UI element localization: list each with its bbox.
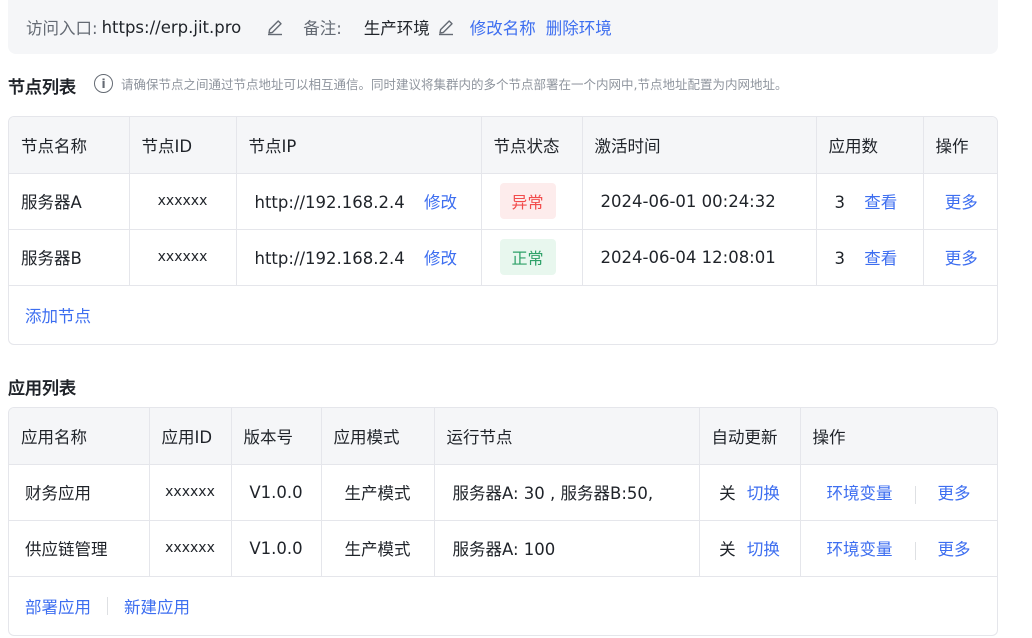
toggle-link[interactable]: 切换 [747,484,780,503]
app-name: 供应链管理 [9,520,150,577]
apps-table-card: 应用名称 应用ID 版本号 应用模式 运行节点 自动更新 操作 财务应用 xxx… [8,407,998,636]
status-badge: 正常 [499,239,556,275]
delete-env-link[interactable]: 删除环境 [546,15,612,39]
app-name: 财务应用 [9,464,150,521]
more-link[interactable]: 更多 [938,540,971,559]
col-header: 激活时间 [582,117,817,174]
access-label: 访问入口: [26,19,98,38]
col-header: 应用模式 [321,408,435,465]
pencil-icon[interactable] [436,17,456,37]
app-version: V1.0.0 [231,520,322,577]
col-header: 节点ID [129,117,237,174]
node-name: 服务器B [9,229,130,286]
app-auto-cell: 关 切换 [699,520,801,577]
apps-table: 应用名称 应用ID 版本号 应用模式 运行节点 自动更新 操作 财务应用 xxx… [9,408,997,577]
divider [914,485,916,504]
toggle-link[interactable]: 切换 [747,540,780,559]
access-bar: 访问入口: https://erp.jit.pro 备注: 生产环境 修改名称 … [8,0,998,54]
app-nodes: 服务器A: 100 [434,520,700,577]
nodes-hint-text: 请确保节点之间通过节点地址可以相互通信。同时建议将集群内的多个节点部署在一个内网… [121,77,788,92]
node-ip: http://192.168.2.4 [254,249,405,268]
node-status-cell: 正常 [481,229,583,286]
more-link-text[interactable]: 更多 [945,193,978,212]
note-label: 备注: [303,19,342,38]
node-id: xxxxxx [129,173,237,230]
rename-link[interactable]: 修改名称 [470,15,536,39]
node-activated: 2024-06-04 12:08:01 [582,229,817,286]
nodes-table-card: 节点名称 节点ID 节点IP 节点状态 激活时间 应用数 操作 服务器A xxx… [8,116,998,345]
nodes-footer: 添加节点 [9,286,997,344]
status-badge: 异常 [499,183,556,219]
view-apps-link[interactable]: 查看 [864,193,897,212]
app-id: xxxxxx [149,520,232,577]
col-header: 自动更新 [699,408,801,465]
info-icon: i [94,74,113,93]
col-header: 应用数 [816,117,924,174]
node-id: xxxxxx [129,229,237,286]
node-name: 服务器A [9,173,130,230]
table-row: 供应链管理 xxxxxx V1.0.0 生产模式 服务器A: 100 关 切换 … [9,520,997,577]
table-header: 节点名称 节点ID 节点IP 节点状态 激活时间 应用数 操作 [9,117,997,174]
app-mode: 生产模式 [321,464,435,521]
node-ip-cell: http://192.168.2.4 修改 [236,229,482,286]
node-apps-cell: 3 查看 [816,229,924,286]
auto-update-state: 关 [719,484,736,503]
more-link[interactable]: 更多 [923,173,997,230]
node-app-count: 3 [834,193,846,212]
apps-footer: 部署应用 新建应用 [9,577,997,635]
node-ip-cell: http://192.168.2.4 修改 [236,173,482,230]
table-row: 服务器A xxxxxx http://192.168.2.4 修改 异常 202… [9,173,997,230]
node-apps-cell: 3 查看 [816,173,924,230]
add-node-link[interactable]: 添加节点 [25,303,91,327]
table-row: 财务应用 xxxxxx V1.0.0 生产模式 服务器A: 30 , 服务器B:… [9,464,997,521]
node-status-cell: 异常 [481,173,583,230]
app-actions-cell: 环境变量 更多 [800,464,997,521]
col-header: 应用名称 [9,408,150,465]
edit-ip-link[interactable]: 修改 [424,249,457,268]
app-nodes: 服务器A: 30 , 服务器B:50, [434,464,700,521]
edit-ip-link[interactable]: 修改 [424,193,457,212]
nodes-table: 节点名称 节点ID 节点IP 节点状态 激活时间 应用数 操作 服务器A xxx… [9,117,997,286]
nodes-title: 节点列表 [8,78,76,98]
node-activated: 2024-06-01 00:24:32 [582,173,817,230]
divider [914,541,916,560]
col-header: 版本号 [231,408,322,465]
pencil-icon[interactable] [265,17,285,37]
node-app-count: 3 [834,249,846,268]
auto-update-state: 关 [719,540,736,559]
col-header: 节点IP [236,117,482,174]
app-id: xxxxxx [149,464,232,521]
col-header: 操作 [923,117,997,174]
create-app-link[interactable]: 新建应用 [124,594,190,618]
table-row: 服务器B xxxxxx http://192.168.2.4 修改 正常 202… [9,229,997,286]
app-actions-cell: 环境变量 更多 [800,520,997,577]
app-auto-cell: 关 切换 [699,464,801,521]
col-header: 应用ID [149,408,232,465]
node-ip: http://192.168.2.4 [254,193,405,212]
access-url: https://erp.jit.pro [101,17,242,37]
col-header: 节点名称 [9,117,130,174]
env-vars-link[interactable]: 环境变量 [827,540,893,559]
env-vars-link[interactable]: 环境变量 [827,484,893,503]
col-header: 操作 [800,408,997,465]
app-mode: 生产模式 [321,520,435,577]
col-header: 运行节点 [434,408,700,465]
note-value: 生产环境 [363,19,430,38]
apps-title: 应用列表 [8,379,76,399]
app-version: V1.0.0 [231,464,322,521]
more-link[interactable]: 更多 [938,484,971,503]
deploy-app-link[interactable]: 部署应用 [25,594,91,618]
view-apps-link[interactable]: 查看 [864,249,897,268]
divider [107,596,108,615]
more-link-text[interactable]: 更多 [945,249,978,268]
col-header: 节点状态 [481,117,583,174]
nodes-hint: i 请确保节点之间通过节点地址可以相互通信。同时建议将集群内的多个节点部署在一个… [94,74,787,93]
table-header: 应用名称 应用ID 版本号 应用模式 运行节点 自动更新 操作 [9,408,997,465]
more-link[interactable]: 更多 [923,229,997,286]
